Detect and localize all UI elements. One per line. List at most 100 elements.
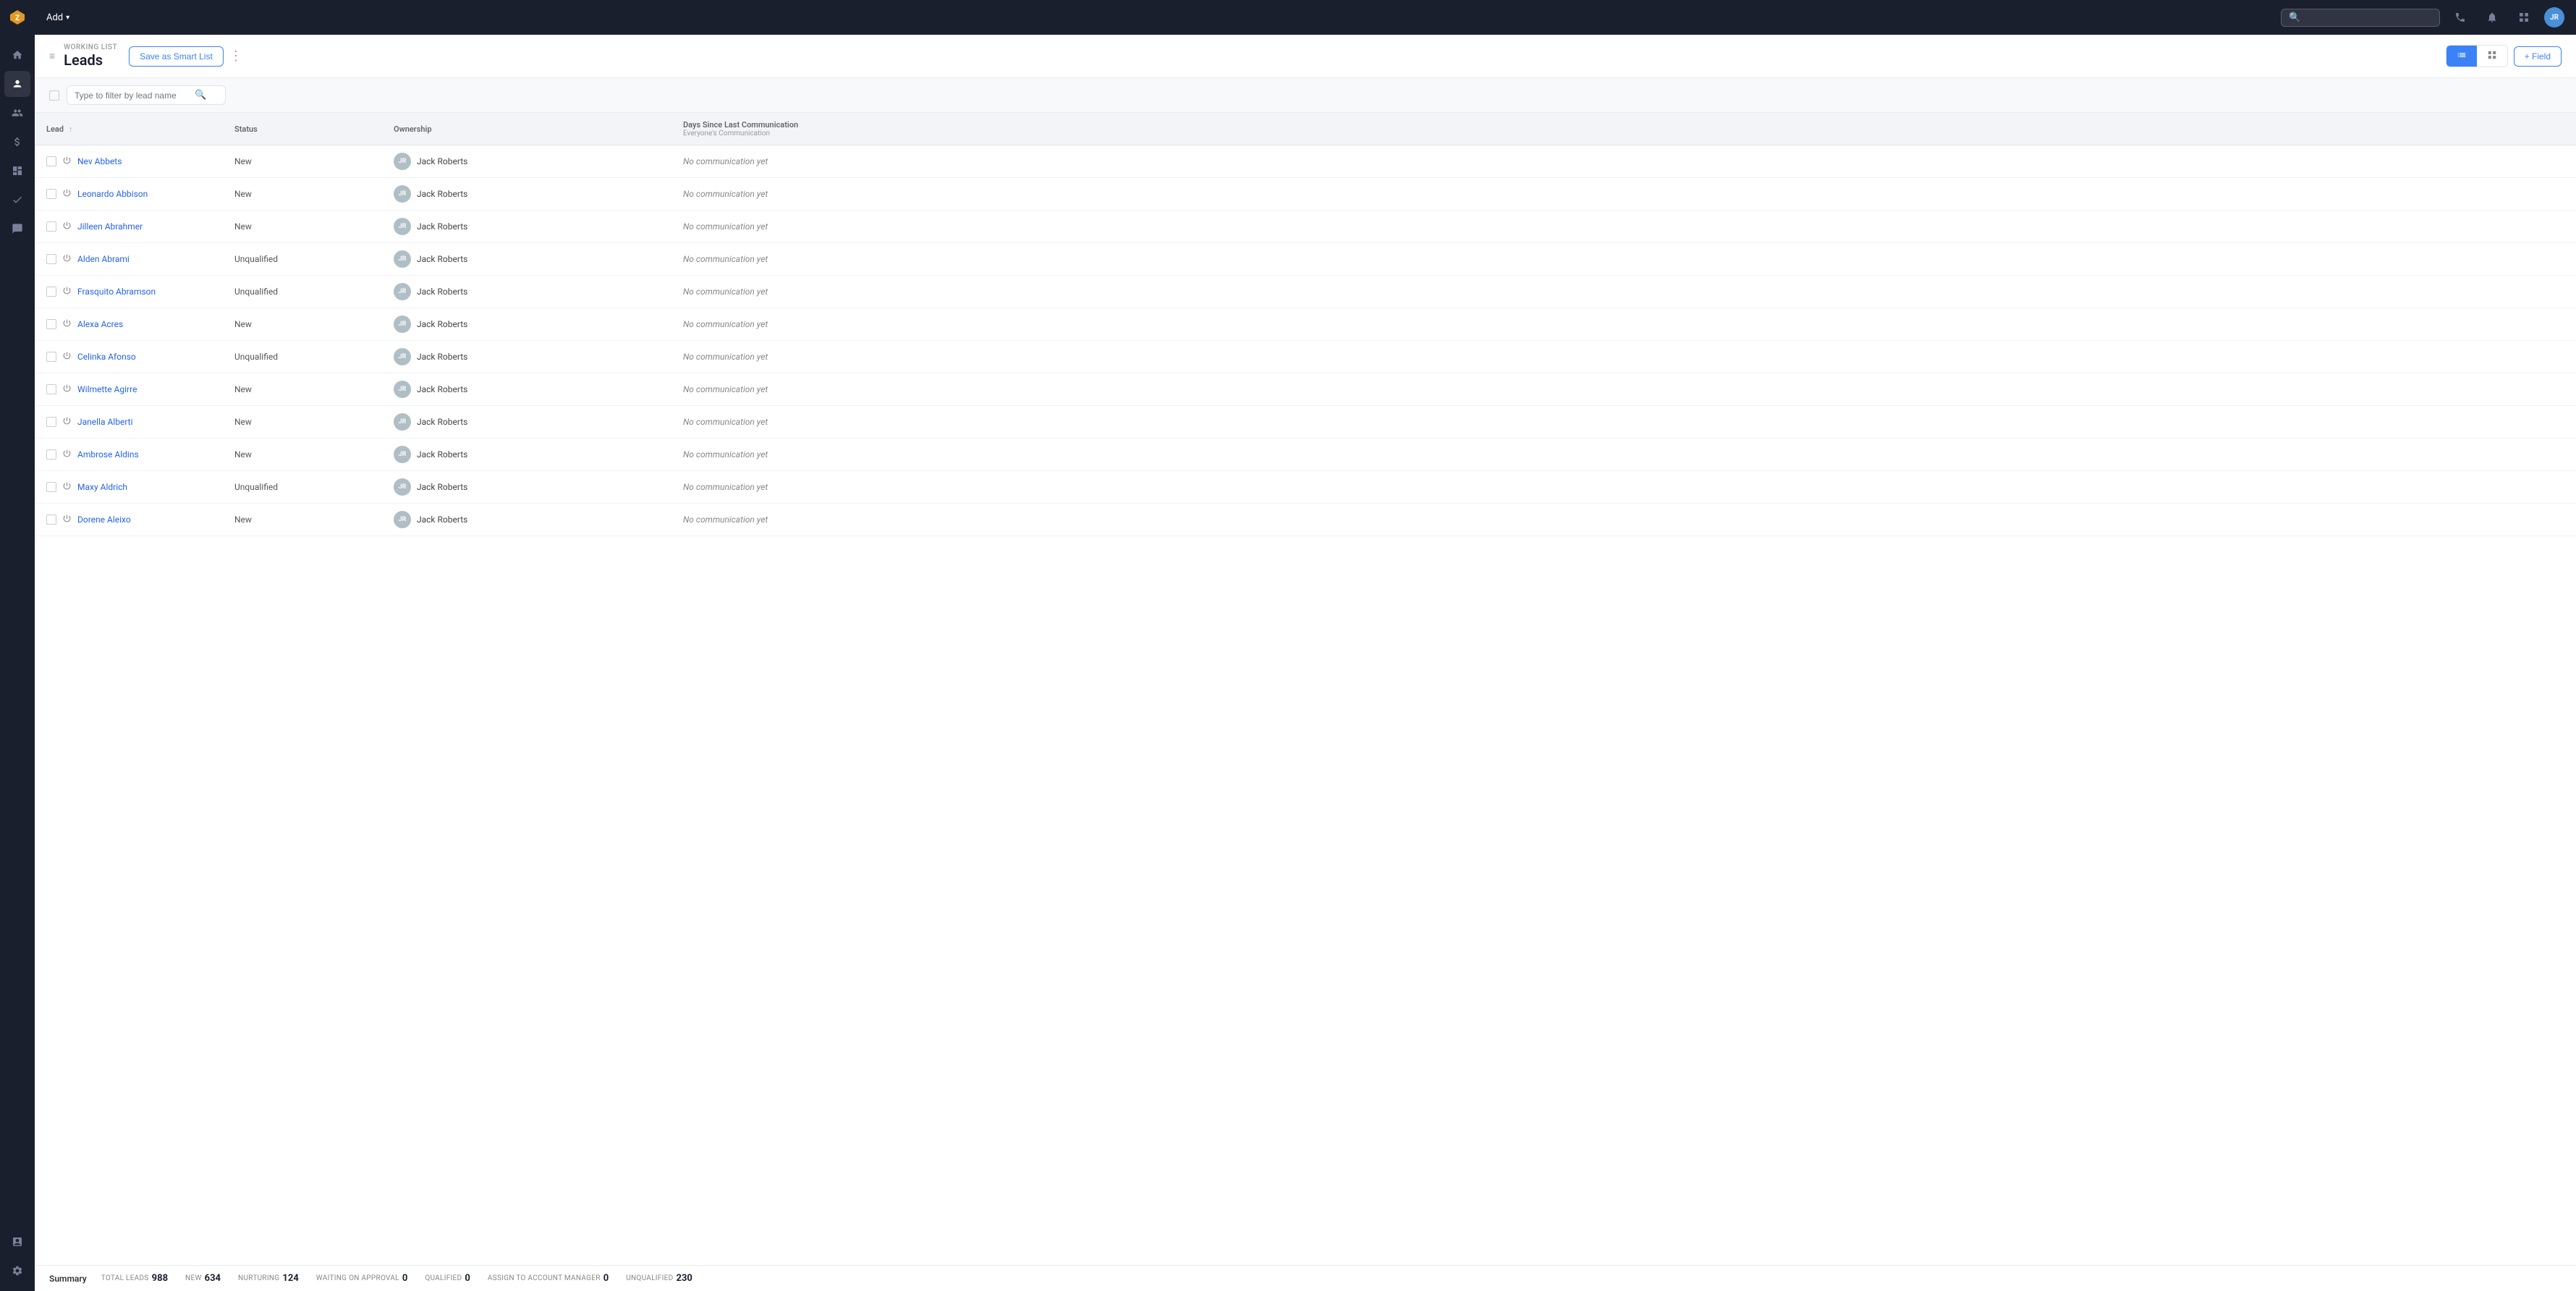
summary-qualified: QUALIFIED 0: [425, 1273, 470, 1284]
app-logo: Z: [6, 6, 29, 29]
main-content: Add ▾ 🔍 JR ≡: [35, 0, 2576, 1291]
save-smart-list-button[interactable]: Save as Smart List: [129, 46, 224, 67]
row-checkbox-8[interactable]: [46, 417, 56, 427]
global-search-input[interactable]: [2305, 12, 2420, 22]
view-toggle: [2446, 45, 2508, 67]
owner-name-0: Jack Roberts: [417, 156, 467, 166]
lead-cell-10: Maxy Aldrich: [35, 471, 223, 504]
sidebar-item-dashboard[interactable]: [4, 158, 30, 184]
grid-icon[interactable]: [2512, 6, 2535, 29]
page-header: ≡ WORKING LIST Leads Save as Smart List …: [35, 35, 2576, 78]
row-checkbox-4[interactable]: [46, 287, 56, 297]
ownership-cell-1: JR Jack Roberts: [382, 178, 671, 211]
lead-filter-input[interactable]: [75, 90, 190, 101]
lead-name-10[interactable]: Maxy Aldrich: [77, 482, 127, 492]
more-options-icon[interactable]: ⋮: [229, 48, 242, 64]
col-header-comm: Days Since Last Communication Everyone's…: [671, 113, 2576, 145]
lead-power-icon-9: [62, 449, 72, 461]
lead-power-icon-2: [62, 221, 72, 233]
lead-name-5[interactable]: Alexa Acres: [77, 319, 123, 329]
lead-name-1[interactable]: Leonardo Abbison: [77, 189, 148, 199]
lead-cell-2: Jilleen Abrahmer: [35, 211, 223, 243]
lead-cell-5: Alexa Acres: [35, 308, 223, 341]
add-field-button[interactable]: + Field: [2514, 46, 2562, 67]
grid-view-button[interactable]: [2477, 46, 2507, 67]
row-checkbox-6[interactable]: [46, 352, 56, 362]
hamburger-icon[interactable]: ≡: [49, 50, 55, 62]
phone-icon[interactable]: [2449, 6, 2472, 29]
ownership-cell-10: JR Jack Roberts: [382, 471, 671, 504]
owner-avatar-5: JR: [394, 316, 411, 333]
lead-name-9[interactable]: Ambrose Aldins: [77, 449, 139, 460]
owner-avatar-2: JR: [394, 218, 411, 235]
lead-power-icon-10: [62, 481, 72, 494]
row-checkbox-2[interactable]: [46, 221, 56, 232]
lead-name-4[interactable]: Frasquito Abramson: [77, 287, 156, 297]
lead-cell-11: Dorene Aleixo: [35, 504, 223, 536]
lead-cell-1: Leonardo Abbison: [35, 178, 223, 211]
status-cell-5: New: [223, 308, 382, 341]
global-search[interactable]: 🔍: [2281, 9, 2440, 27]
lead-name-8[interactable]: Janella Alberti: [77, 417, 133, 427]
row-checkbox-0[interactable]: [46, 156, 56, 166]
sidebar-item-home[interactable]: [4, 42, 30, 68]
sidebar-item-contacts[interactable]: [4, 100, 30, 126]
table-row: Jilleen Abrahmer New JR Jack Roberts No …: [35, 211, 2576, 243]
table-row: Alexa Acres New JR Jack Roberts No commu…: [35, 308, 2576, 341]
summary-bar: Summary TOTAL LEADS 988 NEW 634 NURTURIN…: [35, 1265, 2576, 1291]
comm-cell-11: No communication yet: [671, 504, 2576, 536]
sidebar-item-reports[interactable]: [4, 1229, 30, 1255]
row-checkbox-9[interactable]: [46, 449, 56, 460]
lead-name-2[interactable]: Jilleen Abrahmer: [77, 221, 143, 232]
status-cell-1: New: [223, 178, 382, 211]
filter-search-icon: 🔍: [195, 90, 206, 101]
owner-name-4: Jack Roberts: [417, 287, 467, 297]
lead-name-6[interactable]: Celinka Afonso: [77, 352, 136, 362]
lead-name-3[interactable]: Alden Abrami: [77, 254, 130, 264]
comm-cell-4: No communication yet: [671, 276, 2576, 308]
owner-name-8: Jack Roberts: [417, 417, 467, 427]
lead-cell-3: Alden Abrami: [35, 243, 223, 276]
summary-total-leads: TOTAL LEADS 988: [101, 1273, 168, 1284]
list-view-button[interactable]: [2446, 46, 2477, 67]
ownership-cell-11: JR Jack Roberts: [382, 504, 671, 536]
row-checkbox-5[interactable]: [46, 319, 56, 329]
select-all-checkbox[interactable]: [49, 90, 59, 101]
lead-cell-7: Wilmette Agirre: [35, 373, 223, 406]
owner-avatar-11: JR: [394, 511, 411, 528]
status-cell-4: Unqualified: [223, 276, 382, 308]
sidebar-item-messages[interactable]: [4, 216, 30, 242]
sidebar-item-tasks[interactable]: [4, 187, 30, 213]
status-cell-9: New: [223, 439, 382, 471]
sidebar-item-settings[interactable]: [4, 1258, 30, 1284]
status-cell-8: New: [223, 406, 382, 439]
sidebar-item-deals[interactable]: [4, 129, 30, 155]
summary-nurturing: NURTURING 124: [238, 1273, 299, 1284]
notifications-icon[interactable]: [2480, 6, 2504, 29]
lead-name-0[interactable]: Nev Abbets: [77, 156, 122, 166]
lead-filter-search[interactable]: 🔍: [67, 85, 226, 105]
add-button[interactable]: Add ▾: [46, 12, 69, 23]
lead-name-11[interactable]: Dorene Aleixo: [77, 515, 131, 525]
table-body: Nev Abbets New JR Jack Roberts No commun…: [35, 145, 2576, 536]
top-bar: Add ▾ 🔍 JR: [35, 0, 2576, 35]
row-checkbox-11[interactable]: [46, 515, 56, 525]
row-checkbox-3[interactable]: [46, 254, 56, 264]
row-checkbox-7[interactable]: [46, 384, 56, 394]
lead-cell-8: Janella Alberti: [35, 406, 223, 439]
sort-icon[interactable]: ↑: [69, 124, 73, 134]
table-row: Celinka Afonso Unqualified JR Jack Rober…: [35, 341, 2576, 373]
status-cell-3: Unqualified: [223, 243, 382, 276]
status-cell-11: New: [223, 504, 382, 536]
row-checkbox-1[interactable]: [46, 189, 56, 199]
row-checkbox-10[interactable]: [46, 482, 56, 492]
user-avatar[interactable]: JR: [2544, 7, 2564, 27]
table-row: Wilmette Agirre New JR Jack Roberts No c…: [35, 373, 2576, 406]
table-row: Dorene Aleixo New JR Jack Roberts No com…: [35, 504, 2576, 536]
sidebar-item-leads[interactable]: [4, 71, 30, 97]
lead-name-7[interactable]: Wilmette Agirre: [77, 384, 137, 394]
lead-cell-0: Nev Abbets: [35, 145, 223, 178]
lead-power-icon-8: [62, 416, 72, 428]
owner-avatar-7: JR: [394, 381, 411, 398]
table-row: Janella Alberti New JR Jack Roberts No c…: [35, 406, 2576, 439]
